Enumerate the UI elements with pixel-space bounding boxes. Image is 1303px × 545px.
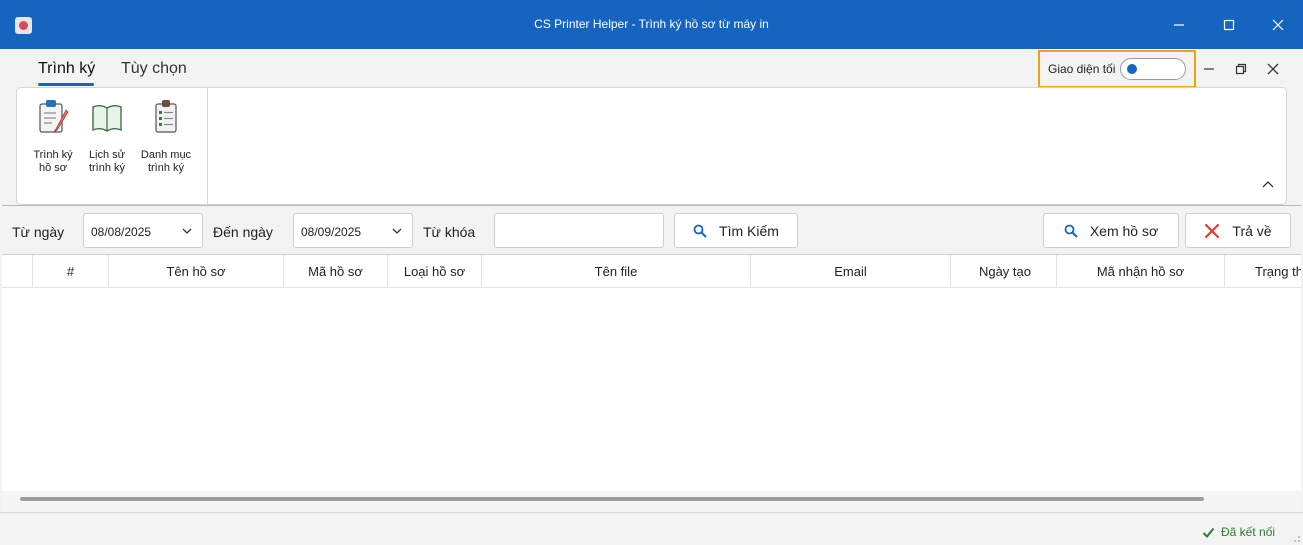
ribbon-button-label: Danh mục trình ký	[138, 149, 194, 175]
window-title: CS Printer Helper - Trình ký hồ sơ từ má…	[534, 17, 769, 31]
tab-trinh-ky[interactable]: Trình ký	[38, 60, 95, 78]
dark-mode-group: Giao diện tối	[1038, 50, 1196, 88]
ribbon-button-lich-su-trinh-ky[interactable]: Lịch sử trình ký	[79, 98, 135, 175]
ribbon-close-button[interactable]	[1263, 59, 1283, 79]
from-date-label: Từ ngày	[12, 224, 65, 240]
to-date-value: 08/09/2025	[301, 225, 362, 239]
from-date-value: 08/08/2025	[91, 225, 152, 239]
ribbon-label-line2: hồ sơ	[38, 162, 67, 174]
ribbon-label-line2: trình ký	[147, 162, 185, 174]
close-icon	[1267, 63, 1279, 75]
to-date-label: Đến ngày	[213, 224, 273, 240]
view-record-button[interactable]: Xem hồ sơ	[1043, 213, 1179, 248]
search-button[interactable]: Tìm Kiếm	[674, 213, 798, 248]
return-button-label: Trả về	[1232, 222, 1272, 239]
chevron-down-icon	[392, 228, 402, 234]
column-header-loai-ho-so[interactable]: Loại hồ sơ	[388, 255, 482, 288]
tab-tuy-chon[interactable]: Tùy chọn	[121, 60, 187, 78]
return-button[interactable]: Trả về	[1185, 213, 1291, 248]
minimize-icon	[1204, 68, 1214, 70]
close-button[interactable]	[1265, 12, 1291, 38]
toggle-knob	[1127, 64, 1137, 74]
close-icon	[1272, 19, 1284, 31]
chevron-up-icon	[1262, 181, 1274, 188]
column-header-trang-thai[interactable]: Trạng thái	[1225, 255, 1301, 288]
connection-status: Đã kết nối	[1202, 525, 1275, 539]
column-header-selector[interactable]	[2, 255, 33, 288]
scrollbar-thumb[interactable]	[20, 497, 1204, 501]
column-header-ten-file[interactable]: Tên file	[482, 255, 751, 288]
grid-header: # Tên hồ sơ Mã hồ sơ Loại hồ sơ Tên file…	[2, 255, 1301, 288]
horizontal-scrollbar[interactable]	[2, 491, 1301, 512]
restore-icon	[1235, 63, 1247, 75]
ribbon-label-line1: Lịch sử	[88, 149, 126, 161]
column-header-index[interactable]: #	[33, 255, 109, 288]
x-mark-icon	[1205, 223, 1220, 238]
minimize-button[interactable]	[1166, 12, 1192, 38]
dark-mode-label: Giao diện tối	[1048, 62, 1116, 76]
from-date-picker[interactable]: 08/08/2025	[83, 213, 203, 248]
maximize-button[interactable]	[1216, 12, 1242, 38]
search-button-label: Tìm Kiếm	[719, 222, 779, 239]
ribbon-restore-button[interactable]	[1231, 59, 1251, 79]
to-date-picker[interactable]: 08/09/2025	[293, 213, 413, 248]
checklist-icon	[155, 100, 177, 133]
dark-mode-toggle[interactable]	[1120, 58, 1186, 80]
ribbon-label-line2: trình ký	[88, 162, 126, 174]
checkmark-icon	[1202, 527, 1215, 538]
ribbon-label-line1: Trình ký	[33, 149, 73, 161]
ribbon-label-line1: Danh mục	[140, 149, 192, 161]
ribbon-panel: Trình ký hồ sơ Lịch sử trình ký Danh mục…	[16, 87, 1287, 205]
clipboard-pen-icon	[39, 100, 69, 133]
ribbon-separator	[207, 88, 208, 204]
keyword-label: Từ khóa	[423, 224, 476, 240]
ribbon-minimize-button[interactable]	[1199, 59, 1219, 79]
column-header-ngay-tao[interactable]: Ngày tạo	[951, 255, 1057, 288]
minimize-icon	[1174, 24, 1184, 26]
column-header-ma-ho-so[interactable]: Mã hồ sơ	[284, 255, 388, 288]
ribbon-button-label: Lịch sử trình ký	[79, 149, 135, 175]
search-icon	[1064, 224, 1078, 238]
records-grid: # Tên hồ sơ Mã hồ sơ Loại hồ sơ Tên file…	[2, 254, 1301, 512]
view-record-button-label: Xem hồ sơ	[1089, 222, 1159, 239]
grid-body	[2, 288, 1301, 491]
chevron-down-icon	[182, 228, 192, 234]
search-bar: Từ ngày 08/08/2025 Đến ngày 08/09/2025 T…	[2, 205, 1301, 255]
resize-grip-icon[interactable]	[1293, 535, 1301, 543]
status-bar: Đã kết nối	[0, 512, 1303, 545]
search-icon	[693, 224, 707, 238]
ribbon-button-label: Trình ký hồ sơ	[25, 149, 81, 175]
maximize-icon	[1223, 19, 1235, 31]
open-book-icon	[92, 105, 122, 132]
ribbon-button-trinh-ky-ho-so[interactable]: Trình ký hồ sơ	[25, 98, 81, 175]
keyword-input[interactable]	[494, 213, 664, 248]
column-header-email[interactable]: Email	[751, 255, 951, 288]
active-tab-indicator	[38, 83, 94, 86]
ribbon-button-danh-muc-trinh-ky[interactable]: Danh mục trình ký	[138, 98, 194, 175]
column-header-ma-nhan-ho-so[interactable]: Mã nhận hồ sơ	[1057, 255, 1225, 288]
title-bar: CS Printer Helper - Trình ký hồ sơ từ má…	[0, 0, 1303, 49]
connection-status-text: Đã kết nối	[1221, 525, 1276, 539]
ribbon-collapse-button[interactable]	[1260, 176, 1276, 192]
column-header-ten-ho-so[interactable]: Tên hồ sơ	[109, 255, 284, 288]
